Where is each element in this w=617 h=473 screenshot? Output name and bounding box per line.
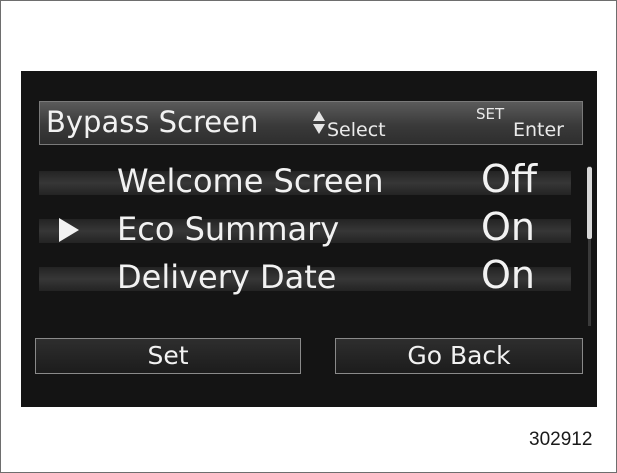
setting-value: On: [481, 253, 535, 297]
figure-number: 302912: [529, 429, 593, 450]
setting-value: Off: [481, 157, 538, 201]
setting-row-delivery-date[interactable]: Delivery Date On: [21, 253, 577, 301]
setting-label: Delivery Date: [117, 258, 337, 296]
page-title: Bypass Screen: [46, 105, 259, 139]
up-down-arrows-icon: [313, 107, 325, 139]
display-screen: Bypass Screen Select SET Enter Welcome S…: [21, 71, 597, 407]
setting-value: On: [481, 205, 535, 249]
triangle-right-icon: [59, 218, 79, 242]
scrollbar-thumb[interactable]: [587, 167, 592, 239]
select-hint: Select: [327, 119, 386, 141]
enter-hint: Enter: [513, 119, 564, 141]
setting-row-welcome-screen[interactable]: Welcome Screen Off: [21, 157, 577, 205]
setting-label: Eco Summary: [117, 210, 340, 248]
setting-label: Welcome Screen: [117, 162, 384, 200]
figure-frame: Bypass Screen Select SET Enter Welcome S…: [0, 0, 617, 473]
set-key-hint: SET: [476, 105, 505, 123]
set-button[interactable]: Set: [35, 338, 301, 374]
go-back-button[interactable]: Go Back: [335, 338, 583, 374]
setting-row-eco-summary[interactable]: Eco Summary On: [21, 205, 577, 253]
header-bar: Bypass Screen Select SET Enter: [39, 101, 583, 145]
